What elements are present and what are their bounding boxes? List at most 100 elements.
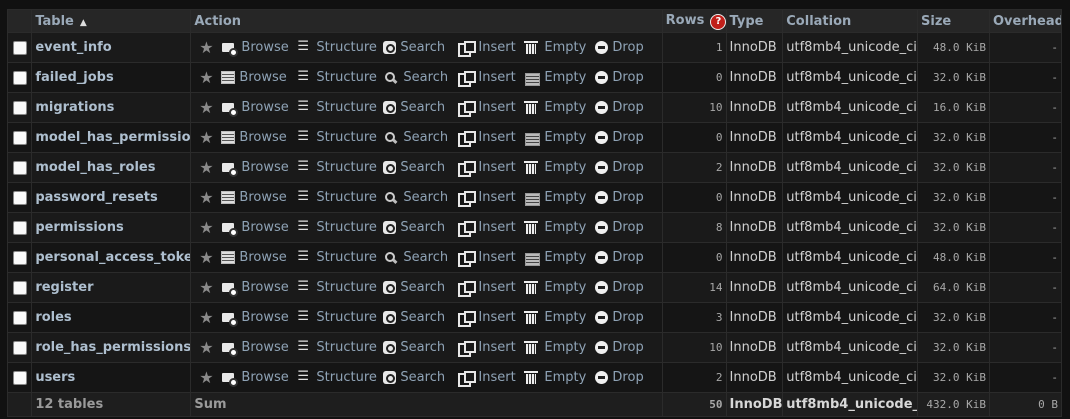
header-type[interactable]: Type [725, 9, 784, 33]
header-collation[interactable]: Collation [782, 9, 919, 33]
favorite-star-icon[interactable]: ★ [192, 128, 221, 147]
browse-link[interactable]: Browse [221, 220, 296, 237]
help-icon[interactable]: ? [710, 13, 726, 30]
empty-label[interactable]: Empty [544, 280, 586, 295]
empty-link[interactable]: Empty [524, 310, 595, 325]
structure-label[interactable]: Structure [316, 130, 376, 145]
structure-label[interactable]: Structure [316, 310, 376, 325]
search-link[interactable]: Search [383, 370, 458, 385]
insert-link[interactable]: Insert [458, 190, 524, 207]
favorite-star-icon[interactable]: ★ [192, 308, 221, 327]
drop-link[interactable]: Drop [595, 160, 647, 175]
browse-label[interactable]: Browse [239, 250, 286, 265]
structure-label[interactable]: Structure [316, 340, 376, 355]
search-label[interactable]: Search [400, 40, 445, 55]
drop-link[interactable]: Drop [595, 250, 647, 265]
structure-link[interactable]: Structure [296, 309, 383, 326]
drop-label[interactable]: Drop [612, 40, 643, 55]
structure-link[interactable]: Structure [296, 189, 383, 206]
row-checkbox[interactable] [12, 250, 27, 265]
empty-label[interactable]: Empty [544, 130, 586, 145]
search-link[interactable]: Search [383, 70, 458, 85]
empty-link[interactable]: Empty [524, 340, 595, 355]
empty-link[interactable]: Empty [524, 370, 595, 385]
structure-label[interactable]: Structure [316, 70, 376, 85]
row-checkbox[interactable] [12, 70, 27, 85]
table-name-link[interactable]: failed_jobs [35, 70, 113, 85]
header-table-label[interactable]: Table [35, 14, 74, 29]
row-checkbox[interactable] [12, 40, 27, 55]
table-name-link[interactable]: register [35, 280, 93, 295]
insert-link[interactable]: Insert [458, 70, 524, 87]
favorite-star-icon[interactable]: ★ [192, 278, 221, 297]
browse-label[interactable]: Browse [241, 370, 288, 385]
search-label[interactable]: Search [403, 190, 448, 205]
search-link[interactable]: Search [383, 40, 458, 55]
search-label[interactable]: Search [400, 220, 445, 235]
browse-label[interactable]: Browse [239, 190, 286, 205]
drop-link[interactable]: Drop [595, 130, 647, 145]
insert-link[interactable]: Insert [458, 310, 524, 327]
structure-link[interactable]: Structure [296, 69, 383, 86]
structure-label[interactable]: Structure [316, 370, 376, 385]
insert-link[interactable]: Insert [458, 160, 524, 177]
favorite-star-icon[interactable]: ★ [192, 158, 221, 177]
empty-label[interactable]: Empty [544, 100, 586, 115]
favorite-star-icon[interactable]: ★ [192, 68, 221, 87]
browse-link[interactable]: Browse [221, 250, 296, 265]
browse-link[interactable]: Browse [221, 310, 296, 327]
drop-link[interactable]: Drop [595, 370, 647, 385]
drop-label[interactable]: Drop [612, 310, 643, 325]
insert-label[interactable]: Insert [478, 100, 515, 115]
search-link[interactable]: Search [383, 340, 458, 355]
empty-label[interactable]: Empty [544, 220, 586, 235]
insert-link[interactable]: Insert [458, 40, 524, 57]
structure-label[interactable]: Structure [316, 220, 376, 235]
structure-label[interactable]: Structure [316, 250, 376, 265]
drop-label[interactable]: Drop [612, 280, 643, 295]
drop-label[interactable]: Drop [612, 190, 643, 205]
search-label[interactable]: Search [400, 370, 445, 385]
search-label[interactable]: Search [403, 70, 448, 85]
insert-label[interactable]: Insert [478, 160, 515, 175]
drop-link[interactable]: Drop [595, 340, 647, 355]
browse-link[interactable]: Browse [221, 280, 296, 297]
table-name-link[interactable]: model_has_roles [35, 160, 155, 175]
browse-link[interactable]: Browse [221, 190, 296, 205]
insert-link[interactable]: Insert [458, 370, 524, 387]
browse-link[interactable]: Browse [221, 130, 296, 145]
browse-link[interactable]: Browse [221, 160, 296, 177]
favorite-star-icon[interactable]: ★ [192, 248, 221, 267]
row-checkbox[interactable] [12, 130, 27, 145]
header-rows[interactable]: Rows? [661, 9, 727, 33]
empty-link[interactable]: Empty [524, 280, 595, 295]
drop-link[interactable]: Drop [595, 310, 647, 325]
row-checkbox[interactable] [12, 340, 27, 355]
empty-label[interactable]: Empty [544, 340, 586, 355]
table-name-link[interactable]: migrations [35, 100, 114, 115]
empty-label[interactable]: Empty [544, 190, 586, 205]
empty-link[interactable]: Empty [524, 160, 595, 175]
row-checkbox[interactable] [12, 220, 27, 235]
browse-link[interactable]: Browse [221, 100, 296, 117]
structure-label[interactable]: Structure [316, 280, 376, 295]
structure-link[interactable]: Structure [296, 339, 383, 356]
favorite-star-icon[interactable]: ★ [192, 38, 221, 57]
table-name-link[interactable]: users [35, 370, 75, 385]
browse-link[interactable]: Browse [221, 40, 296, 57]
browse-label[interactable]: Browse [241, 100, 288, 115]
drop-link[interactable]: Drop [595, 280, 647, 295]
drop-label[interactable]: Drop [612, 100, 643, 115]
row-checkbox[interactable] [12, 370, 27, 385]
structure-link[interactable]: Structure [296, 99, 383, 116]
empty-label[interactable]: Empty [544, 70, 586, 85]
browse-label[interactable]: Browse [239, 130, 286, 145]
empty-link[interactable]: Empty [524, 70, 595, 86]
empty-link[interactable]: Empty [524, 190, 595, 206]
favorite-star-icon[interactable]: ★ [192, 368, 221, 387]
structure-label[interactable]: Structure [316, 160, 376, 175]
empty-link[interactable]: Empty [524, 100, 595, 115]
empty-link[interactable]: Empty [524, 130, 595, 146]
search-link[interactable]: Search [383, 160, 458, 175]
row-checkbox[interactable] [12, 310, 27, 325]
